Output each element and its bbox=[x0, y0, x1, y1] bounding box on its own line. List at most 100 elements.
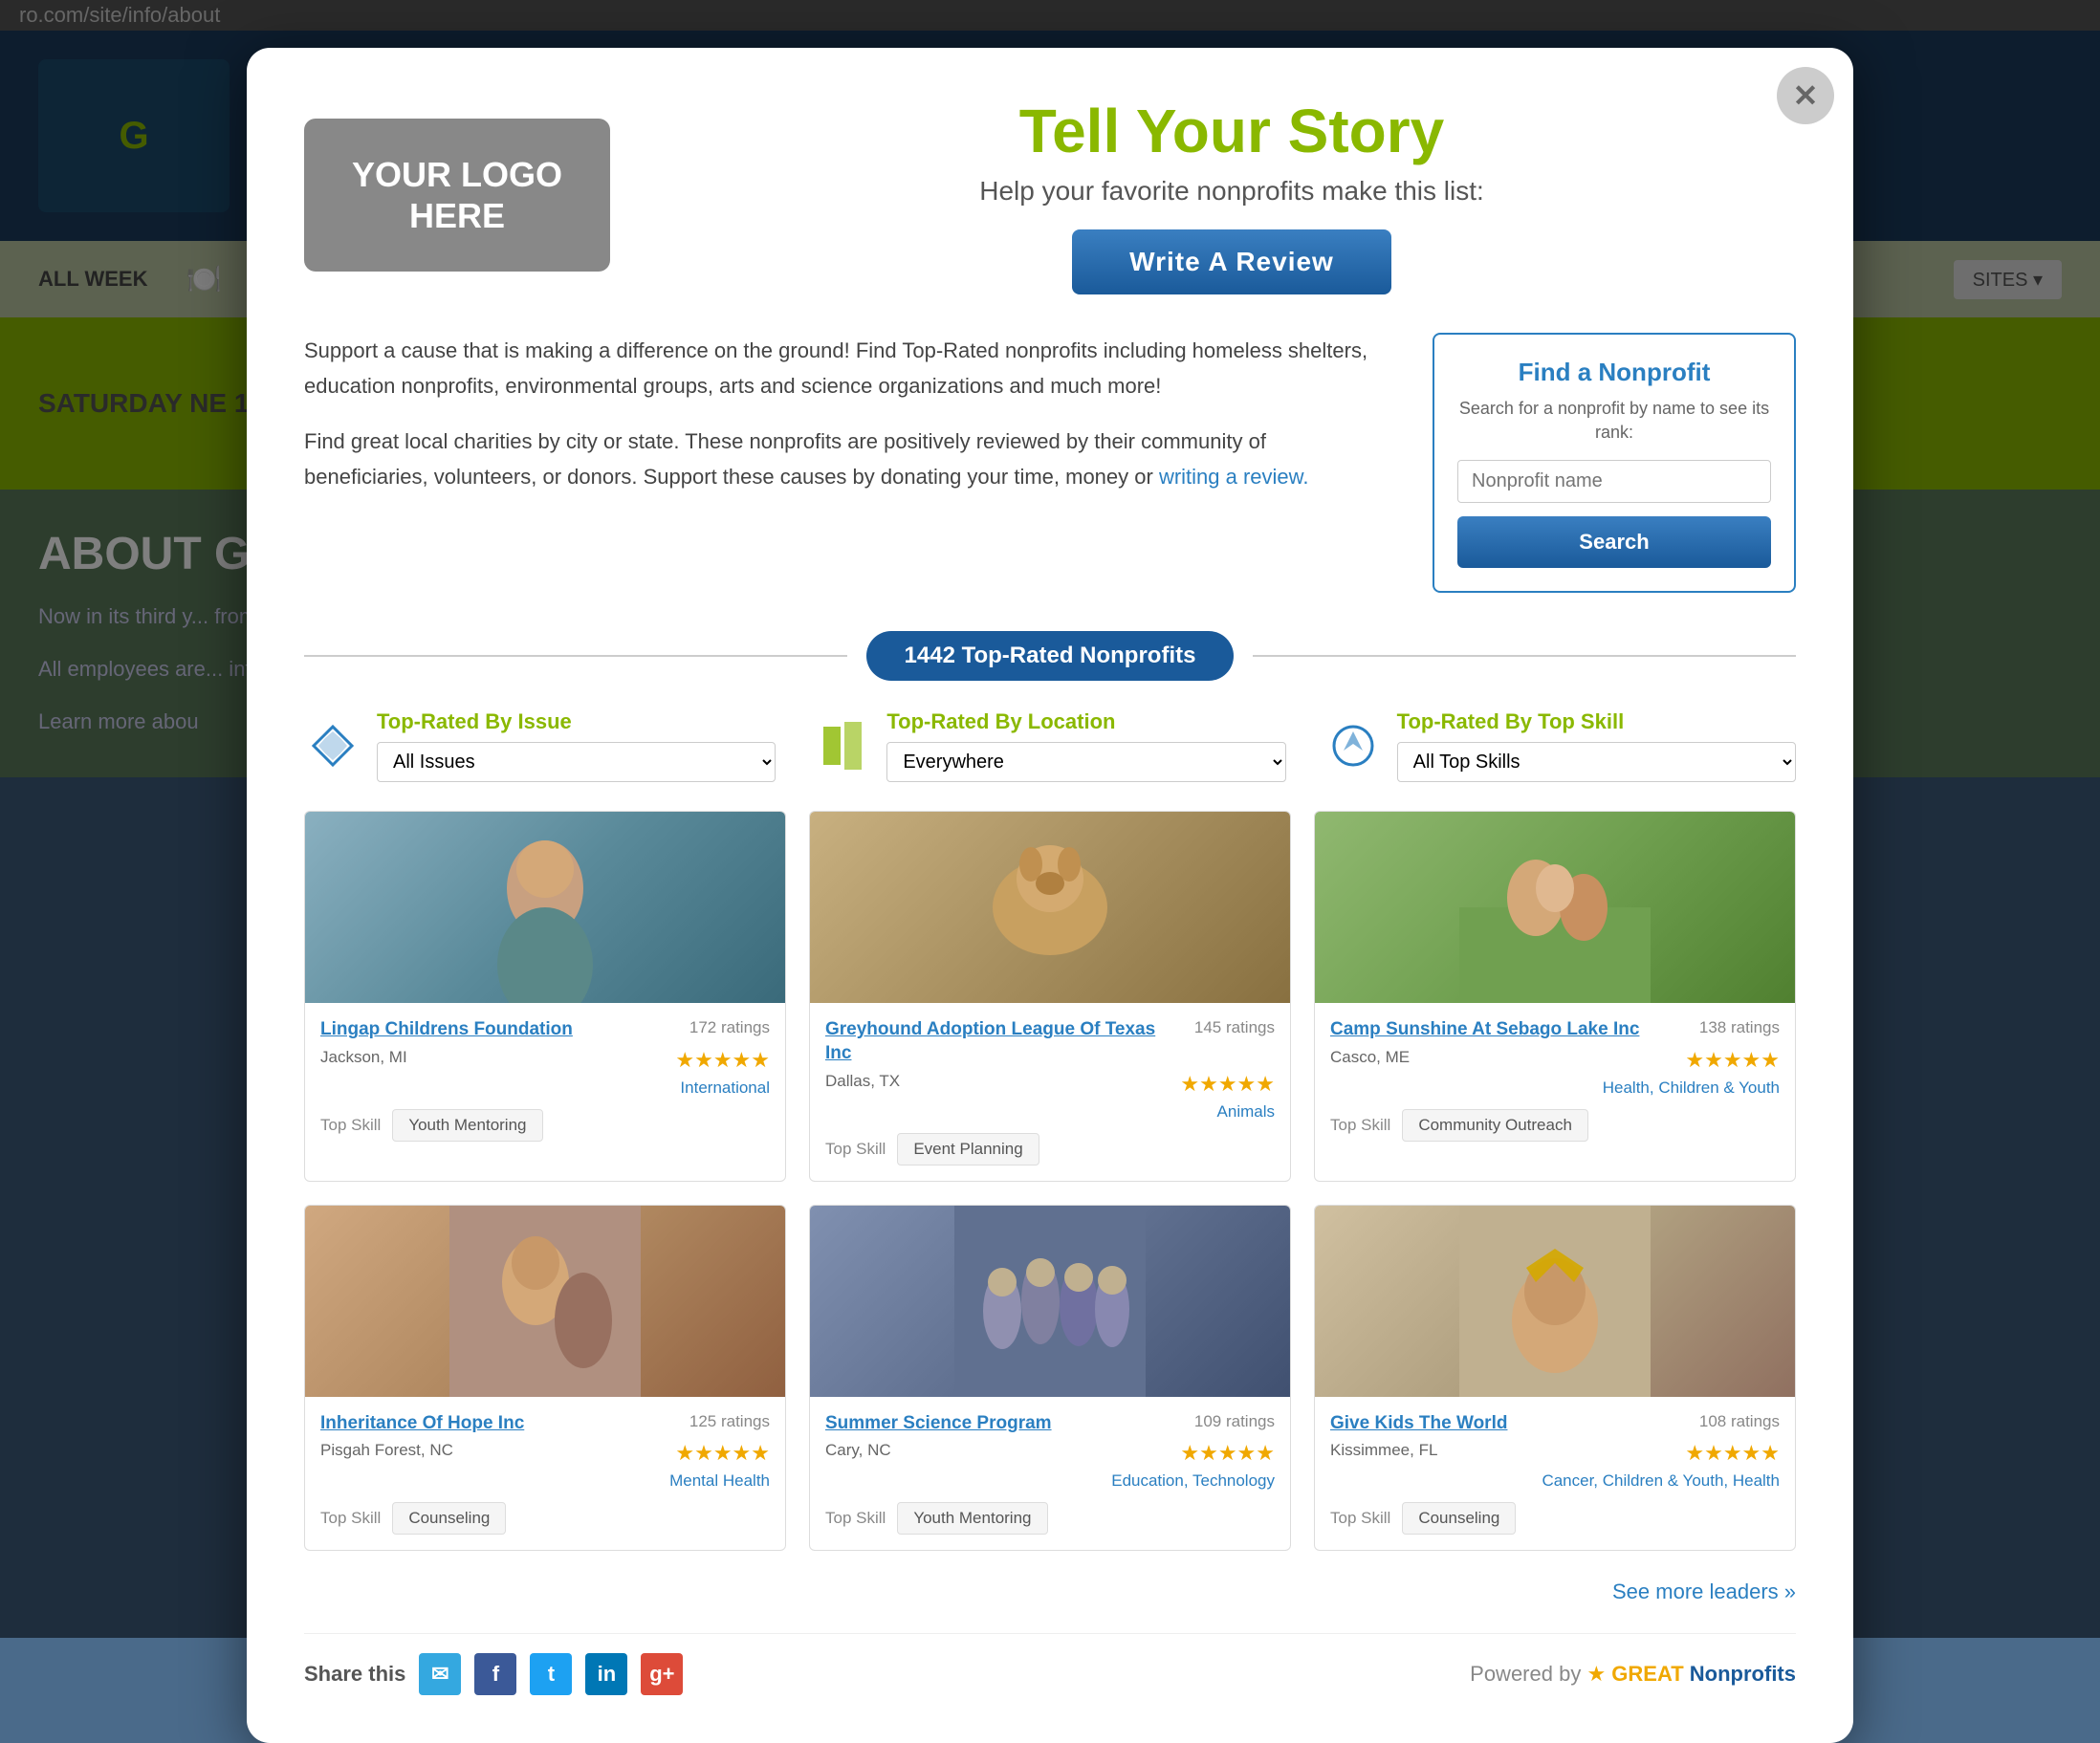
card-name-4[interactable]: Inheritance Of Hope Inc bbox=[320, 1412, 680, 1436]
find-nonprofit-title: Find a Nonprofit bbox=[1457, 358, 1771, 387]
filter-location-col: Top-Rated By Location Everywhere bbox=[814, 709, 1285, 782]
write-review-label: Write A Review bbox=[1129, 247, 1334, 276]
card-info-row-5: Summer Science Program 109 ratings bbox=[825, 1412, 1275, 1436]
card-loc-row-4: Pisgah Forest, NC ★★★★★ bbox=[320, 1441, 770, 1466]
write-review-button[interactable]: Write A Review bbox=[1072, 229, 1391, 294]
card-skill-label-3: Top Skill bbox=[1330, 1116, 1390, 1135]
card-stars-1: ★★★★★ bbox=[675, 1048, 770, 1073]
top-rated-badge: 1442 Top-Rated Nonprofits bbox=[866, 631, 1235, 681]
modal-description: Support a cause that is making a differe… bbox=[304, 333, 1394, 593]
filter-location-select[interactable]: Everywhere bbox=[886, 742, 1285, 782]
filter-issue-select[interactable]: All Issues bbox=[377, 742, 776, 782]
share-row: Share this ✉ f t in g+ bbox=[304, 1653, 683, 1695]
filter-skill-group: Top-Rated By Top Skill All Top Skills bbox=[1397, 709, 1796, 782]
card-skill-row-4: Top Skill Counseling bbox=[320, 1502, 770, 1535]
card-body-3: Camp Sunshine At Sebago Lake Inc 138 rat… bbox=[1315, 1003, 1795, 1157]
card-image-1 bbox=[305, 812, 785, 1003]
powered-nonprofits: Nonprofits bbox=[1684, 1662, 1796, 1686]
card-loc-row-1: Jackson, MI ★★★★★ bbox=[320, 1048, 770, 1073]
card-skill-row-6: Top Skill Counseling bbox=[1330, 1502, 1780, 1535]
share-linkedin-icon[interactable]: in bbox=[585, 1653, 627, 1695]
card-location-1: Jackson, MI bbox=[320, 1048, 407, 1067]
powered-star-icon: ★ bbox=[1586, 1662, 1611, 1686]
filter-skill-col: Top-Rated By Top Skill All Top Skills bbox=[1324, 709, 1796, 782]
nonprofit-name-input[interactable] bbox=[1457, 460, 1771, 503]
filter-row: Top-Rated By Issue All Issues Top-Rated … bbox=[304, 709, 1796, 782]
card-loc-row-2: Dallas, TX ★★★★★ bbox=[825, 1072, 1275, 1097]
filter-skill-select[interactable]: All Top Skills bbox=[1397, 742, 1796, 782]
nonprofit-search-button[interactable]: Search bbox=[1457, 516, 1771, 568]
modal-header: YOUR LOGO HERE Tell Your Story Help your… bbox=[304, 96, 1796, 294]
card-ratings-1: 172 ratings bbox=[689, 1018, 770, 1037]
modal-subtitle: Help your favorite nonprofits make this … bbox=[667, 176, 1796, 207]
nonprofit-card-1[interactable]: Lingap Childrens Foundation 172 ratings … bbox=[304, 811, 786, 1181]
share-email-icon[interactable]: ✉ bbox=[419, 1653, 461, 1695]
card-loc-row-5: Cary, NC ★★★★★ bbox=[825, 1441, 1275, 1466]
card-skill-badge-4: Counseling bbox=[392, 1502, 506, 1535]
filter-issue-col: Top-Rated By Issue All Issues bbox=[304, 709, 776, 782]
card-loc-row-3: Casco, ME ★★★★★ bbox=[1330, 1048, 1780, 1073]
card-category-5: Education, Technology bbox=[825, 1471, 1275, 1491]
card-skill-badge-5: Youth Mentoring bbox=[897, 1502, 1047, 1535]
card-image-2 bbox=[810, 812, 1290, 1003]
description-p2: Find great local charities by city or st… bbox=[304, 424, 1394, 495]
card-info-row-2: Greyhound Adoption League Of Texas Inc 1… bbox=[825, 1018, 1275, 1065]
share-twitter-icon[interactable]: t bbox=[530, 1653, 572, 1695]
skill-icon bbox=[1324, 717, 1382, 774]
card-info-row-4: Inheritance Of Hope Inc 125 ratings bbox=[320, 1412, 770, 1436]
card-category-4: Mental Health bbox=[320, 1471, 770, 1491]
share-facebook-icon[interactable]: f bbox=[474, 1653, 516, 1695]
card-ratings-5: 109 ratings bbox=[1194, 1412, 1275, 1431]
share-label: Share this bbox=[304, 1662, 405, 1687]
card-info-row-3: Camp Sunshine At Sebago Lake Inc 138 rat… bbox=[1330, 1018, 1780, 1042]
filter-location-title: Top-Rated By Location bbox=[886, 709, 1285, 734]
card-info-row-1: Lingap Childrens Foundation 172 ratings bbox=[320, 1018, 770, 1042]
card-name-3[interactable]: Camp Sunshine At Sebago Lake Inc bbox=[1330, 1018, 1690, 1042]
see-more-link[interactable]: See more leaders » bbox=[1612, 1580, 1796, 1603]
nonprofit-card-5[interactable]: Summer Science Program 109 ratings Cary,… bbox=[809, 1205, 1291, 1552]
modal-footer: Share this ✉ f t in g+ Powered by ★ GREA… bbox=[304, 1633, 1796, 1695]
card-name-2[interactable]: Greyhound Adoption League Of Texas Inc bbox=[825, 1018, 1185, 1065]
card-skill-row-2: Top Skill Event Planning bbox=[825, 1133, 1275, 1166]
card-skill-badge-2: Event Planning bbox=[897, 1133, 1039, 1166]
card-skill-badge-6: Counseling bbox=[1402, 1502, 1516, 1535]
issue-icon bbox=[304, 717, 361, 774]
writing-review-link[interactable]: writing a review. bbox=[1159, 465, 1309, 489]
card-name-1[interactable]: Lingap Childrens Foundation bbox=[320, 1018, 680, 1042]
filter-issue-group: Top-Rated By Issue All Issues bbox=[377, 709, 776, 782]
card-ratings-6: 108 ratings bbox=[1699, 1412, 1780, 1431]
card-category-1: International bbox=[320, 1078, 770, 1098]
card-location-2: Dallas, TX bbox=[825, 1072, 900, 1091]
card-skill-row-3: Top Skill Community Outreach bbox=[1330, 1109, 1780, 1142]
card-body-5: Summer Science Program 109 ratings Cary,… bbox=[810, 1397, 1290, 1551]
card-image-3 bbox=[1315, 812, 1795, 1003]
find-nonprofit-subtitle: Search for a nonprofit by name to see it… bbox=[1457, 397, 1771, 445]
modal-close-button[interactable]: ✕ bbox=[1777, 67, 1834, 124]
nonprofit-card-3[interactable]: Camp Sunshine At Sebago Lake Inc 138 rat… bbox=[1314, 811, 1796, 1181]
modal-body: Support a cause that is making a differe… bbox=[304, 333, 1796, 593]
top-rated-header: 1442 Top-Rated Nonprofits bbox=[304, 631, 1796, 681]
card-loc-row-6: Kissimmee, FL ★★★★★ bbox=[1330, 1441, 1780, 1466]
modal-dialog: ✕ YOUR LOGO HERE Tell Your Story Help yo… bbox=[247, 48, 1853, 1743]
share-google-icon[interactable]: g+ bbox=[641, 1653, 683, 1695]
card-ratings-3: 138 ratings bbox=[1699, 1018, 1780, 1037]
card-skill-label-1: Top Skill bbox=[320, 1116, 381, 1135]
logo-text: YOUR LOGO HERE bbox=[304, 154, 610, 236]
card-location-6: Kissimmee, FL bbox=[1330, 1441, 1437, 1460]
card-skill-row-5: Top Skill Youth Mentoring bbox=[825, 1502, 1275, 1535]
card-image-6 bbox=[1315, 1206, 1795, 1397]
card-body-6: Give Kids The World 108 ratings Kissimme… bbox=[1315, 1397, 1795, 1551]
card-name-6[interactable]: Give Kids The World bbox=[1330, 1412, 1690, 1436]
card-stars-3: ★★★★★ bbox=[1685, 1048, 1780, 1073]
location-icon bbox=[814, 717, 871, 774]
card-name-5[interactable]: Summer Science Program bbox=[825, 1412, 1185, 1436]
card-location-5: Cary, NC bbox=[825, 1441, 891, 1460]
nonprofit-card-4[interactable]: Inheritance Of Hope Inc 125 ratings Pisg… bbox=[304, 1205, 786, 1552]
card-stars-5: ★★★★★ bbox=[1180, 1441, 1275, 1466]
modal-title: Tell Your Story bbox=[667, 96, 1796, 166]
card-category-6: Cancer, Children & Youth, Health bbox=[1330, 1471, 1780, 1491]
nonprofit-card-6[interactable]: Give Kids The World 108 ratings Kissimme… bbox=[1314, 1205, 1796, 1552]
nonprofit-card-2[interactable]: Greyhound Adoption League Of Texas Inc 1… bbox=[809, 811, 1291, 1181]
card-info-row-6: Give Kids The World 108 ratings bbox=[1330, 1412, 1780, 1436]
card-location-3: Casco, ME bbox=[1330, 1048, 1410, 1067]
